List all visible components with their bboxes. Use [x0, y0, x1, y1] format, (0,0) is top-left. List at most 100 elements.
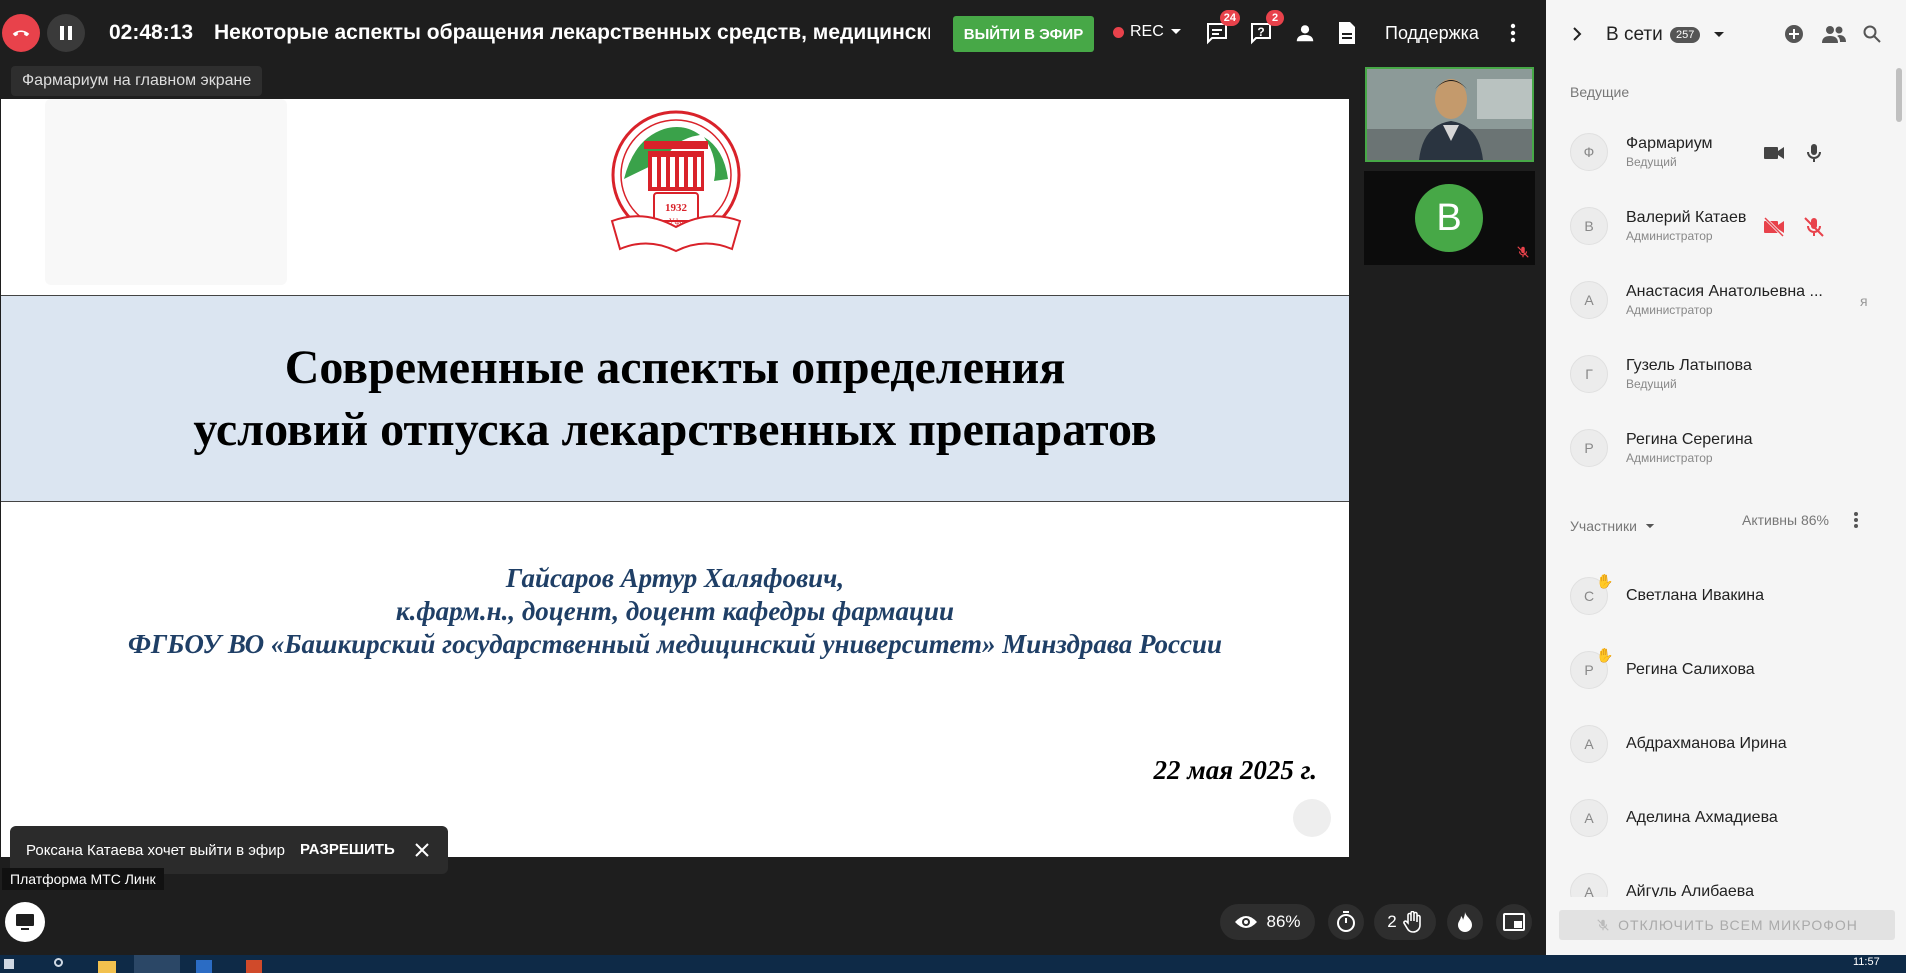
person-name: Анастасия Анатольевна ...	[1626, 283, 1823, 300]
person-name: Валерий Катаев	[1626, 209, 1747, 226]
questions-button[interactable]: ? 2	[1246, 10, 1284, 48]
host-row[interactable]: Р Регина Серегина Администратор	[1546, 417, 1886, 477]
avatar: А	[1570, 799, 1608, 837]
search-icon[interactable]	[54, 958, 63, 967]
person-role: Ведущий	[1626, 377, 1677, 391]
viewers-percent: 86%	[1266, 912, 1301, 931]
person-role: Ведущий	[1626, 155, 1677, 169]
person-name: Айгуль Алибаева	[1626, 883, 1754, 897]
allow-button[interactable]: РАЗРЕШИТЬ	[300, 841, 395, 858]
hand-icon	[1402, 911, 1421, 933]
panel-header: В сети 257	[1546, 0, 1906, 68]
truncated-suffix: я	[1860, 293, 1868, 309]
slide-title-line-2: условий отпуска лекарственных препаратов	[193, 402, 1157, 456]
participant-row[interactable]: С ✋ Светлана Ивакина	[1546, 565, 1886, 625]
go-live-button[interactable]: ВЫЙТИ В ЭФИР	[953, 16, 1094, 52]
powerpoint-icon[interactable]	[246, 960, 262, 973]
host-row[interactable]: А Анастасия Анатольевна ... Администрато…	[1546, 269, 1886, 329]
participants-panel: В сети 257 Ведущие Ф Фармариум Ведущий В…	[1546, 0, 1906, 955]
search-icon[interactable]	[1863, 25, 1881, 43]
slide-title-band: Современные аспекты определения условий …	[1, 295, 1349, 502]
screen-share-button[interactable]	[5, 902, 45, 942]
person-role: Администратор	[1626, 451, 1713, 465]
person-name: Абдрахманова Ирина	[1626, 735, 1787, 752]
questions-badge: 2	[1266, 10, 1284, 26]
chat-button[interactable]: 24	[1202, 10, 1240, 48]
platform-label: Платформа МТС Линк	[2, 868, 164, 890]
chevron-down-icon	[1170, 29, 1181, 34]
mic-off-icon	[1517, 246, 1529, 258]
pause-icon	[60, 26, 72, 40]
timer-button[interactable]	[1328, 904, 1364, 940]
speaker-video[interactable]	[1365, 67, 1534, 162]
pause-button[interactable]	[47, 14, 85, 52]
camera-icon[interactable]	[1762, 141, 1786, 165]
person-name: Фармариум	[1626, 135, 1713, 152]
mic-icon[interactable]	[1802, 141, 1826, 165]
scroll-thumb[interactable]	[1896, 68, 1902, 122]
raised-hand-icon: ✋	[1596, 647, 1614, 663]
document-icon	[1339, 22, 1355, 44]
record-dropdown[interactable]: REC	[1113, 23, 1182, 41]
mic-off-icon	[1597, 919, 1609, 931]
university-logo: 1932 Уфа	[610, 110, 742, 253]
slide-expand-button[interactable]	[1293, 799, 1331, 837]
system-clock: 11:57	[1853, 956, 1880, 968]
author-degree: к.фарм.н., доцент, доцент кафедры фармац…	[395, 596, 955, 626]
person-icon	[1296, 25, 1314, 42]
more-menu-button[interactable]	[1498, 18, 1528, 48]
folder-icon[interactable]	[98, 961, 116, 973]
viewers-stat[interactable]: 86%	[1220, 904, 1315, 940]
more-vertical-icon	[1510, 23, 1516, 43]
word-icon[interactable]	[196, 960, 212, 973]
camera-off-icon[interactable]	[1762, 215, 1786, 239]
faded-overlay-panel	[45, 99, 287, 285]
raised-hands-count: 2	[1387, 912, 1397, 931]
host-row[interactable]: Ф Фармариум Ведущий	[1546, 121, 1886, 181]
person-name: Гузель Латыпова	[1626, 357, 1752, 374]
participant-avatar: B	[1415, 184, 1483, 252]
fire-icon	[1458, 912, 1472, 932]
more-vertical-icon[interactable]	[1853, 511, 1859, 529]
people-icon[interactable]	[1822, 24, 1846, 44]
avatar: В	[1570, 207, 1608, 245]
participant-row[interactable]: Р ✋ Регина Салихова	[1546, 639, 1886, 699]
slide-title-line-1: Современные аспекты определения	[284, 340, 1066, 394]
author-name: Гайсаров Артур Халяфович,	[505, 563, 845, 593]
close-icon[interactable]	[412, 840, 432, 860]
documents-button[interactable]	[1332, 18, 1362, 48]
panel-scrollbar[interactable]	[1894, 68, 1902, 858]
raised-hands-button[interactable]: 2	[1374, 904, 1436, 940]
start-icon[interactable]	[4, 959, 14, 969]
layout-button[interactable]	[1496, 904, 1532, 940]
svg-text:?: ?	[1257, 25, 1264, 39]
support-link[interactable]: Поддержка	[1385, 23, 1479, 44]
participants-section-toggle[interactable]: Участники	[1570, 518, 1655, 534]
chevron-down-icon[interactable]	[1713, 31, 1725, 39]
os-taskbar: 11:57	[0, 955, 1906, 973]
mute-all-button[interactable]: ОТКЛЮЧИТЬ ВСЕМ МИКРОФОН	[1559, 910, 1895, 940]
mute-all-label: ОТКЛЮЧИТЬ ВСЕМ МИКРОФОН	[1618, 917, 1858, 933]
person-name: Регина Серегина	[1626, 431, 1753, 448]
main-screen-chip: Фармариум на главном экране	[11, 66, 263, 96]
host-row[interactable]: Г Гузель Латыпова Ведущий	[1546, 343, 1886, 403]
speaker-video-frame	[1367, 69, 1532, 160]
host-row[interactable]: В Валерий Катаев Администратор	[1546, 195, 1886, 255]
chevron-right-icon[interactable]	[1572, 26, 1582, 42]
browser-icon[interactable]	[134, 955, 180, 973]
go-live-request-toast: Роксана Катаева хочет выйти в эфир РАЗРЕ…	[10, 826, 448, 874]
avatar: А	[1570, 281, 1608, 319]
end-call-button[interactable]	[2, 14, 40, 52]
participant-row[interactable]: А Абдрахманова Ирина	[1546, 713, 1886, 773]
slide-date: 22 мая 2025 г.	[1153, 755, 1317, 785]
participant-video-tile[interactable]: B	[1364, 171, 1535, 265]
logo-year: 1932	[665, 202, 688, 214]
participant-row[interactable]: А Аделина Ахмадиева	[1546, 787, 1886, 847]
participant-row[interactable]: А Айгуль Алибаева	[1546, 861, 1886, 897]
reactions-button[interactable]	[1447, 904, 1483, 940]
profile-button[interactable]	[1290, 18, 1320, 48]
person-name: Светлана Ивакина	[1626, 587, 1765, 604]
add-circle-icon[interactable]	[1784, 24, 1804, 44]
chat-badge: 24	[1219, 10, 1240, 26]
mic-off-icon[interactable]	[1802, 215, 1826, 239]
